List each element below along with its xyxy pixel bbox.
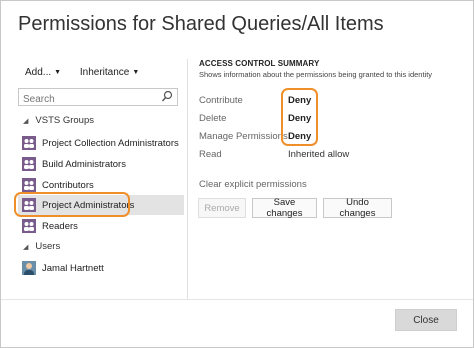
- collapse-triangle-icon: ◢: [23, 244, 29, 251]
- inheritance-label: Inheritance: [79, 67, 130, 78]
- tree-item-group[interactable]: Readers: [18, 216, 184, 236]
- chevron-down-icon: ▼: [54, 69, 62, 76]
- group-icon: [22, 219, 36, 233]
- close-button[interactable]: Close: [395, 309, 457, 331]
- group-icon: [22, 157, 36, 171]
- tree-item-label: Readers: [42, 220, 78, 232]
- groups-header[interactable]: ◢ VSTS Groups: [23, 115, 94, 126]
- add-label: Add...: [25, 67, 52, 78]
- groups-header-label: VSTS Groups: [35, 115, 94, 126]
- permissions-dialog: Permissions for Shared Queries/All Items…: [0, 0, 474, 348]
- permission-row: Manage Permissions Deny: [199, 131, 419, 145]
- tree-item-label: Project Administrators: [42, 199, 135, 211]
- tree-item-label: Project Collection Administrators: [42, 137, 179, 149]
- dialog-title: Permissions for Shared Queries/All Items: [18, 13, 384, 35]
- permission-name: Read: [199, 149, 222, 160]
- permission-value[interactable]: Deny: [288, 95, 311, 106]
- tree-item-label: Build Administrators: [42, 158, 126, 170]
- save-changes-button[interactable]: Save changes: [252, 197, 317, 219]
- permission-name: Contribute: [199, 95, 243, 106]
- tree-item-group[interactable]: Contributors: [18, 175, 184, 195]
- inheritance-menu-button[interactable]: Inheritance ▼: [80, 67, 139, 78]
- search-input[interactable]: [19, 91, 163, 108]
- permission-value[interactable]: Deny: [288, 131, 311, 142]
- avatar: [22, 261, 36, 275]
- tree-item-label: Contributors: [42, 179, 94, 191]
- remove-button[interactable]: Remove: [198, 198, 246, 218]
- clear-explicit-permissions-link[interactable]: Clear explicit permissions: [199, 179, 307, 190]
- collapse-triangle-icon: ◢: [23, 118, 29, 125]
- permission-row: Contribute Deny: [199, 95, 419, 109]
- group-icon: [22, 136, 36, 150]
- tree-item-group[interactable]: Build Administrators: [18, 154, 184, 174]
- access-summary-title: ACCESS CONTROL SUMMARY: [199, 59, 320, 68]
- search-box: [18, 88, 178, 108]
- pane-divider: [187, 59, 188, 299]
- add-menu-button[interactable]: Add... ▼: [25, 67, 61, 78]
- permission-value[interactable]: Inherited allow: [288, 149, 349, 160]
- permission-name: Manage Permissions: [199, 131, 288, 142]
- permission-row: Delete Deny: [199, 113, 419, 127]
- tree-item-user[interactable]: Jamal Hartnett: [18, 258, 184, 278]
- group-icon: [22, 198, 36, 212]
- footer-divider: [1, 299, 473, 300]
- identity-toolbar: Add... ▼ Inheritance ▼: [25, 67, 155, 78]
- chevron-down-icon: ▼: [132, 69, 140, 76]
- undo-changes-button[interactable]: Undo changes: [323, 197, 392, 219]
- tree-item-group-selected[interactable]: Project Administrators: [18, 195, 184, 215]
- group-icon: [22, 178, 36, 192]
- users-header[interactable]: ◢ Users: [23, 241, 60, 252]
- access-summary-subtitle: Shows information about the permissions …: [199, 70, 433, 79]
- tree-item-label: Jamal Hartnett: [42, 262, 104, 274]
- tree-item-group[interactable]: Project Collection Administrators: [18, 133, 184, 153]
- search-icon[interactable]: [161, 90, 173, 103]
- permission-value[interactable]: Deny: [288, 113, 311, 124]
- permission-name: Delete: [199, 113, 227, 124]
- permission-row: Read Inherited allow: [199, 149, 419, 163]
- users-header-label: Users: [35, 241, 61, 252]
